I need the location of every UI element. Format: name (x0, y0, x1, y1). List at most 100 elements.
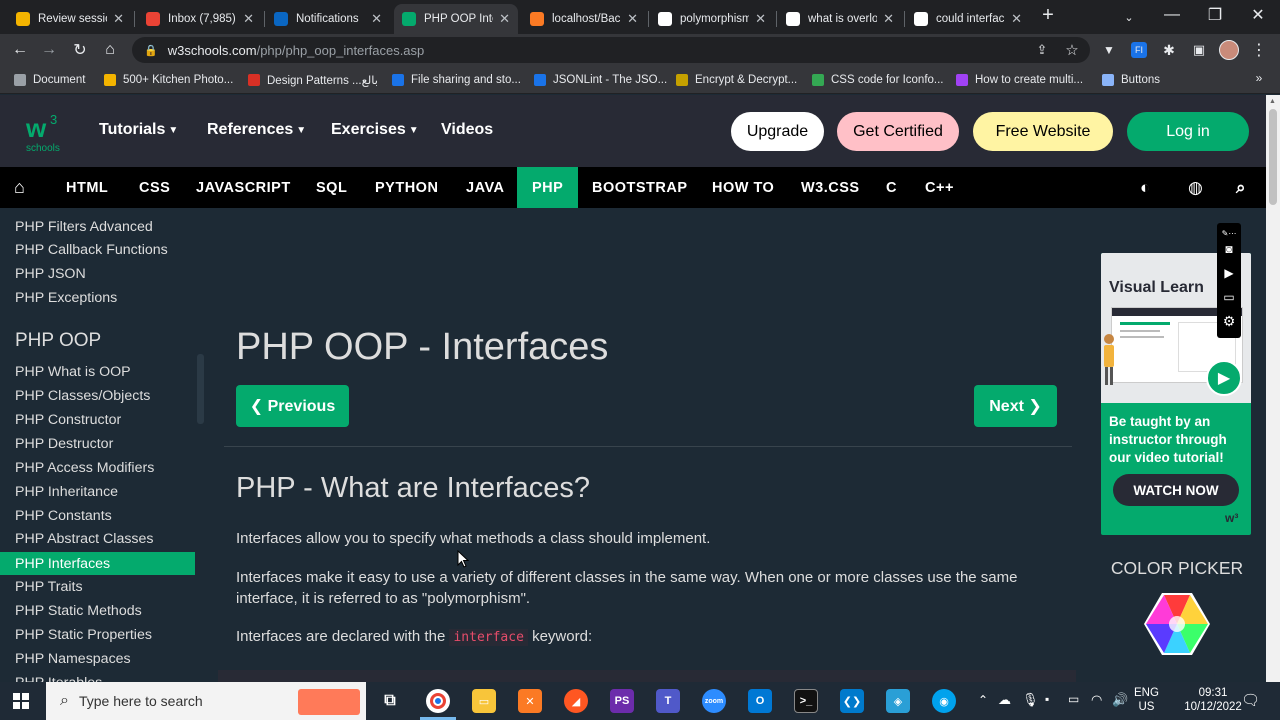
lang-w3css[interactable]: W3.CSS (787, 167, 874, 208)
extension-icon[interactable]: FI (1127, 38, 1151, 62)
chrome-app-icon[interactable] (426, 689, 450, 713)
search-icon[interactable]: ⌕ (1222, 167, 1260, 208)
browser-tab[interactable]: could interfac ✕ (906, 4, 1030, 34)
dark-mode-icon[interactable]: ◐ (1126, 167, 1165, 208)
clock[interactable]: 09:31 10/12/2022 (1180, 686, 1246, 714)
get-certified-button[interactable]: Get Certified (837, 112, 959, 151)
browser-tab[interactable]: what is overlo ✕ (778, 4, 902, 34)
sidebar-item-iterables[interactable]: PHP Iterables (0, 671, 195, 683)
next-button[interactable]: Next ❯ (974, 385, 1057, 427)
phpstorm-app-icon[interactable]: PS (610, 689, 634, 713)
lang-how-to[interactable]: HOW TO (698, 167, 788, 208)
lang-css[interactable]: CSS (125, 167, 184, 208)
browser-menu-icon[interactable]: ⋮ (1247, 38, 1271, 62)
close-tab-icon[interactable]: ✕ (113, 11, 124, 27)
teams-app-icon[interactable]: T (656, 689, 680, 713)
sidebar-item-callback-functions[interactable]: PHP Callback Functions (0, 238, 195, 261)
bookmark-item[interactable]: 500+ Kitchen Photo... (104, 71, 233, 89)
free-website-button[interactable]: Free Website (973, 112, 1113, 151)
sidebar-item-constants[interactable]: PHP Constants (0, 504, 195, 527)
taskbar-search-box[interactable]: ⌕ Type here to search (46, 682, 366, 720)
tray-overflow-icon[interactable]: ⌃ (978, 693, 988, 707)
window-close-icon[interactable]: ✕ (1246, 3, 1270, 27)
close-tab-icon[interactable]: ✕ (1011, 11, 1022, 27)
more-bookmarks-icon[interactable]: » (1247, 66, 1271, 90)
sidebar-item-destructor[interactable]: PHP Destructor (0, 432, 195, 455)
battery-icon[interactable]: ▭ (1068, 692, 1079, 706)
forward-icon[interactable]: → (37, 38, 61, 62)
browser-tab[interactable]: polymorphism ✕ (650, 4, 774, 34)
close-tab-icon[interactable]: ✕ (243, 11, 254, 27)
bookmark-item[interactable]: File sharing and sto... (392, 71, 521, 89)
close-tab-icon[interactable]: ✕ (883, 11, 894, 27)
window-restore-icon[interactable]: ❐ (1203, 3, 1227, 27)
home-icon[interactable]: ⌂ (0, 167, 39, 208)
sidebar-item-classes-objects[interactable]: PHP Classes/Objects (0, 384, 195, 407)
sidebar-item-namespaces[interactable]: PHP Namespaces (0, 647, 195, 670)
sidebar-item-exceptions[interactable]: PHP Exceptions (0, 286, 195, 309)
nav-videos[interactable]: Videos (441, 121, 493, 139)
lang-c[interactable]: C (872, 167, 911, 208)
postman-app-icon[interactable]: ◢ (564, 689, 588, 713)
lang-bootstrap[interactable]: BOOTSTRAP (578, 167, 702, 208)
sidebar-item-static-properties[interactable]: PHP Static Properties (0, 623, 195, 646)
lang-python[interactable]: PYTHON (361, 167, 452, 208)
scroll-up-icon[interactable]: ▲ (1269, 98, 1276, 105)
bookmark-item[interactable]: Buttons (1102, 71, 1160, 89)
sidebar-item-filters-advanced[interactable]: PHP Filters Advanced (0, 215, 195, 238)
bookmark-star-icon[interactable]: ☆ (1060, 38, 1084, 62)
sidebar-item-what-is-oop[interactable]: PHP What is OOP (0, 360, 195, 383)
onedrive-icon[interactable]: ☁ (998, 692, 1011, 708)
bookmark-item[interactable]: How to create multi... (956, 71, 1083, 89)
xampp-app-icon[interactable]: ✕ (518, 689, 542, 713)
camera-tray-icon[interactable]: ▪ (1045, 692, 1049, 706)
side-panel-icon[interactable]: ▣ (1187, 38, 1211, 62)
task-view-icon[interactable]: ⧉ (378, 689, 402, 713)
bookmark-item[interactable]: JSONLint - The JSO... (534, 71, 667, 89)
sidebar-scrollbar-thumb[interactable] (197, 354, 204, 424)
page-scrollbar-thumb[interactable] (1269, 109, 1277, 205)
browser-tab[interactable]: PHP OOP Inte ✕ (394, 4, 518, 34)
lang-javascript[interactable]: JAVASCRIPT (182, 167, 305, 208)
vscode-app-icon[interactable]: ❮❯ (840, 689, 864, 713)
sidebar-item-access-modifiers[interactable]: PHP Access Modifiers (0, 456, 195, 479)
browser-tab[interactable]: localhost/Bac ✕ (522, 4, 646, 34)
screen-icon[interactable]: ▭ (1221, 289, 1237, 305)
bookmark-item[interactable]: Document (14, 71, 85, 89)
close-tab-icon[interactable]: ✕ (755, 11, 766, 27)
tab-search-icon[interactable]: ⌄ (1117, 5, 1141, 29)
window-minimize-icon[interactable]: — (1160, 3, 1184, 27)
browser-tab[interactable]: Inbox (7,985) ✕ (138, 4, 262, 34)
remote-app-icon[interactable]: ◈ (886, 689, 910, 713)
new-tab-icon[interactable]: + (1036, 3, 1060, 27)
extension-vpn-icon[interactable]: ▼ (1097, 38, 1121, 62)
play-icon[interactable]: ▶ (1206, 360, 1242, 396)
notifications-icon[interactable]: 🗨 (1241, 691, 1260, 709)
watch-now-button[interactable]: WATCH NOW (1113, 474, 1239, 506)
lang-sql[interactable]: SQL (302, 167, 361, 208)
back-icon[interactable]: ← (8, 38, 32, 62)
home-icon[interactable]: ⌂ (98, 38, 122, 62)
sidebar-item-abstract-classes[interactable]: PHP Abstract Classes (0, 527, 195, 550)
language-indicator[interactable]: ENG US (1134, 686, 1159, 714)
browser-tab[interactable]: Review sessio ✕ (8, 4, 132, 34)
w3schools-logo[interactable]: w 3 schools (24, 111, 70, 153)
lang-java[interactable]: JAVA (452, 167, 519, 208)
outlook-app-icon[interactable]: O (748, 689, 772, 713)
nav-tutorials[interactable]: Tutorials ▼ (99, 121, 178, 139)
close-tab-icon[interactable]: ✕ (627, 11, 638, 27)
lang-php[interactable]: PHP (517, 167, 579, 208)
sidebar-item-traits[interactable]: PHP Traits (0, 575, 195, 598)
bookmark-item[interactable]: Encrypt & Decrypt... (676, 71, 797, 89)
wifi-icon[interactable]: ◠ (1091, 692, 1102, 708)
close-tab-icon[interactable]: ✕ (499, 11, 510, 27)
extensions-puzzle-icon[interactable]: ✱ (1157, 38, 1181, 62)
recorder-more-icon[interactable]: ✎⋯ (1221, 225, 1237, 241)
browser-tab[interactable]: Notifications ✕ (266, 4, 390, 34)
camera-icon[interactable]: ◙ (1221, 241, 1237, 257)
sidebar-scrollbar[interactable] (195, 208, 206, 682)
zoom-app-icon[interactable]: zoom (702, 689, 726, 713)
reload-icon[interactable]: ↻ (68, 38, 92, 62)
profile-avatar[interactable] (1217, 38, 1241, 62)
upgrade-button[interactable]: Upgrade (731, 112, 824, 151)
